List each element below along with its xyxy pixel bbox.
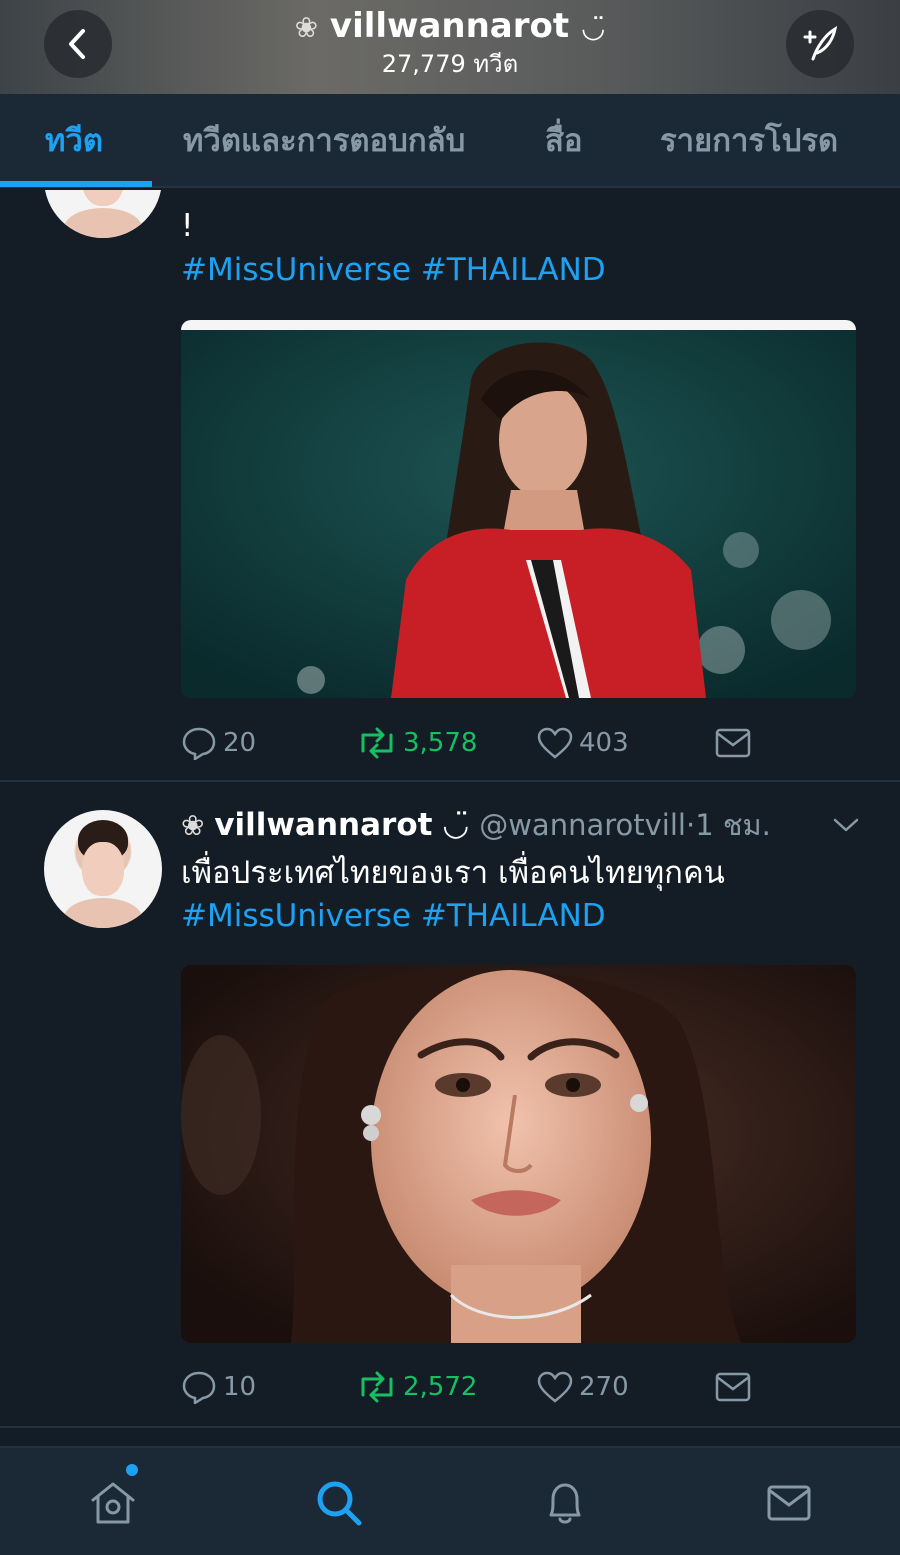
direct-message-button[interactable]	[715, 1362, 757, 1412]
tab-tweets-and-replies[interactable]: ทวีตและการตอบกลับ	[183, 94, 465, 188]
header-title-block: ❀ villwannarot ◡̈ 27,779 ทวีต	[150, 6, 750, 78]
chevron-down-icon	[833, 818, 859, 832]
reply-icon	[182, 1371, 216, 1404]
envelope-icon	[767, 1485, 811, 1521]
reply-count: 10	[223, 1372, 257, 1402]
compose-button[interactable]	[786, 10, 854, 78]
tweet-text: !	[181, 208, 194, 244]
like-count: 403	[579, 728, 629, 758]
tweet-divider	[0, 780, 900, 782]
direct-message-button[interactable]	[715, 718, 757, 768]
bottom-navigation	[0, 1446, 900, 1555]
tweet-time: 1 ชม.	[695, 808, 771, 842]
tweet-text: เพื่อประเทศไทยของเรา เพื่อคนไทยทุกคน	[181, 855, 725, 891]
tweet-actions: 10 2,572 270	[181, 1362, 781, 1412]
tweet-menu-button[interactable]	[832, 815, 860, 839]
nav-messages-button[interactable]	[754, 1468, 824, 1538]
tab-media[interactable]: สื่อ	[545, 94, 583, 188]
pageant-photo-image	[181, 320, 856, 698]
flower-emoji-icon: ❀	[181, 809, 205, 842]
tweet-author-line: ❀ villwannarot ◡̈ @wannarotvill·1 ชม.	[181, 807, 771, 843]
retweet-count: 2,572	[403, 1372, 478, 1402]
reply-button[interactable]: 20	[181, 718, 256, 768]
direct-message-icon	[715, 1372, 751, 1402]
tab-tweets[interactable]: ทวีต	[45, 94, 103, 188]
retweet-button[interactable]: 3,578	[357, 718, 477, 768]
retweet-button[interactable]: 2,572	[357, 1362, 477, 1412]
like-count: 270	[579, 1372, 629, 1402]
bell-icon	[549, 1483, 581, 1524]
retweet-icon	[361, 727, 393, 759]
tweet-actions: 20 3,578 403	[181, 718, 781, 768]
header-username: villwannarot	[329, 6, 570, 46]
portrait-photo-image	[181, 965, 856, 1343]
author-handle[interactable]: @wannarotvill	[479, 808, 686, 842]
home-icon	[91, 1482, 135, 1524]
nav-search-button[interactable]	[304, 1468, 374, 1538]
avatar[interactable]	[44, 810, 162, 928]
new-content-indicator	[126, 1464, 138, 1476]
heart-icon	[537, 727, 573, 759]
reply-button[interactable]: 10	[181, 1362, 256, 1412]
flower-emoji-icon: ❀	[294, 11, 319, 44]
tab-likes[interactable]: รายการโปรด	[660, 94, 838, 188]
smile-emoji-icon: ◡̈	[442, 807, 470, 843]
nav-home-button[interactable]	[78, 1468, 148, 1538]
profile-tabs: ทวีต ทวีตและการตอบกลับ สื่อ รายการโปรด	[0, 94, 900, 188]
profile-header: ❀ villwannarot ◡̈ 27,779 ทวีต	[0, 0, 900, 94]
compose-tweet-icon	[803, 25, 838, 61]
like-button[interactable]: 270	[537, 1362, 629, 1412]
like-button[interactable]: 403	[537, 718, 629, 768]
tweet-photo[interactable]	[181, 320, 856, 698]
search-icon	[317, 1481, 362, 1526]
smile-emoji-icon: ◡̈	[580, 11, 606, 44]
chevron-left-icon	[69, 29, 85, 59]
nav-notifications-button[interactable]	[530, 1468, 600, 1538]
retweet-icon	[361, 1371, 393, 1403]
retweet-count: 3,578	[403, 728, 478, 758]
reply-icon	[182, 727, 216, 760]
back-button[interactable]	[44, 10, 112, 78]
heart-icon	[537, 1371, 573, 1403]
reply-count: 20	[223, 728, 257, 758]
tweet-photo[interactable]	[181, 965, 856, 1343]
tweet-hashtags[interactable]: #MissUniverse #THAILAND	[181, 250, 606, 290]
direct-message-icon	[715, 728, 751, 758]
tweet-divider	[0, 1426, 900, 1428]
tweet-hashtags[interactable]: #MissUniverse #THAILAND	[181, 896, 606, 936]
author-name[interactable]: villwannarot	[214, 807, 432, 843]
tweet-count: 27,779 ทวีต	[381, 50, 519, 78]
active-tab-indicator	[0, 181, 152, 187]
